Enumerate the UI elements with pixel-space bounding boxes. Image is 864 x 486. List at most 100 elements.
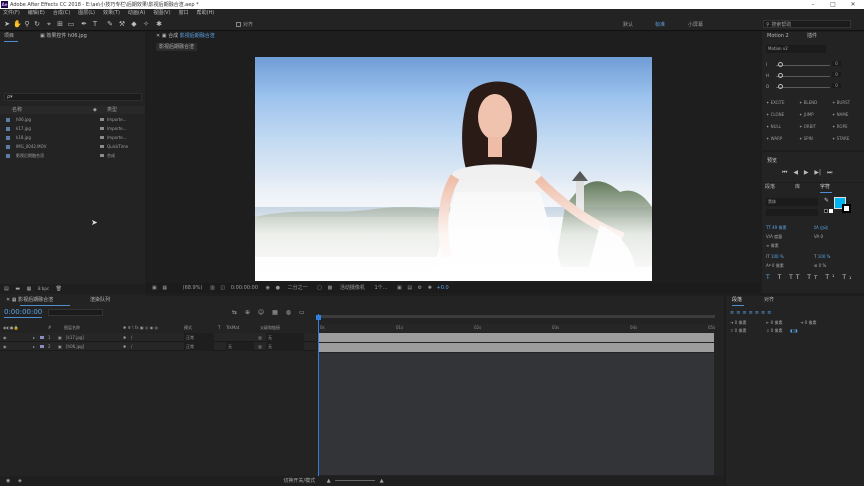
column-type[interactable]: 类型 (107, 106, 117, 114)
expand-arrow-icon[interactable]: ▸ (33, 333, 35, 342)
work-area-bar[interactable] (318, 315, 715, 318)
color-channel-icon[interactable]: ● (276, 285, 280, 291)
zoom-in-icon[interactable]: ▲ (380, 478, 384, 484)
space-after-value[interactable]: 0 像素 (771, 328, 783, 333)
menu-item-1[interactable]: 编辑(E) (28, 9, 45, 18)
shy-layers-icon[interactable]: ☺ (258, 309, 264, 316)
collapse-switch-icon[interactable]: ✱ (123, 342, 126, 351)
graph-editor-icon[interactable]: ▭ (299, 309, 305, 316)
tab-effect-controls[interactable]: ▣ 效果控件 h06.jpg (40, 32, 87, 41)
visibility-eye-icon[interactable]: ◉ (3, 342, 7, 351)
tab-paragraph-2[interactable]: 段落 (732, 296, 742, 305)
zoom-out-icon[interactable]: ▲ (327, 478, 331, 484)
layer-mode-select[interactable]: 正常 (184, 333, 214, 342)
parent-column[interactable]: 父级和链接 (260, 324, 280, 332)
slider-value[interactable]: 0 (832, 72, 841, 77)
motion-slider-row[interactable]: H0 (766, 72, 860, 83)
eraser-tool-icon[interactable]: ◆ (130, 20, 138, 28)
text-tool-icon[interactable]: T (91, 20, 99, 28)
layer-label-swatch[interactable] (40, 333, 46, 342)
camera-tool-icon[interactable]: ⌖ (45, 20, 53, 28)
layer-label-swatch[interactable] (40, 342, 46, 351)
motion-null-button[interactable]: ✦ NULL (766, 124, 781, 129)
kerning-value[interactable]: 度量 (774, 234, 782, 239)
motion-jump-button[interactable]: ✦ JUMP (799, 112, 814, 117)
eyedropper-icon[interactable]: ✎ (824, 197, 829, 204)
brush-tool-icon[interactable]: ✎ (106, 20, 114, 28)
new-folder-icon[interactable]: ▬ (15, 286, 20, 292)
tab-paragraph[interactable]: 段落 (765, 183, 775, 192)
maximize-icon[interactable]: □ (826, 0, 840, 9)
pan-behind-tool-icon[interactable]: ⊞ (56, 20, 64, 28)
minimize-icon[interactable]: – (806, 0, 820, 9)
tab-plugin[interactable]: 插件 (807, 32, 817, 41)
motion-rope-button[interactable]: ✦ ROPE (832, 124, 848, 129)
comp-flow-tab[interactable]: 影视后期融合渲 (156, 43, 198, 51)
horizontal-scale-value[interactable]: 100 % (818, 254, 831, 259)
first-line-value[interactable]: 0 像素 (805, 320, 817, 325)
play-icon[interactable]: ▶ (804, 169, 809, 176)
project-item[interactable]: k17.jpg Importe... (0, 124, 145, 133)
current-time-indicator[interactable] (318, 314, 319, 476)
time-ruler[interactable]: 0s 01s 02s 03s 04s 05s (318, 324, 715, 332)
selection-tool-icon[interactable]: ➤ (3, 20, 11, 28)
stroke-width-value[interactable]: 像素 (771, 243, 779, 248)
motion-blur-icon[interactable]: ◍ (286, 309, 291, 316)
font-family-select[interactable]: 黑体 (766, 198, 818, 206)
slider-track[interactable] (776, 76, 830, 77)
project-item[interactable]: h06.jpg Importe... (0, 115, 145, 124)
motion-spin-button[interactable]: ✦ SPIN (799, 136, 813, 141)
leading-value[interactable]: 自动 (820, 225, 828, 230)
parent-select[interactable]: 无 (266, 342, 304, 351)
menu-item-4[interactable]: 效果(T) (103, 9, 120, 18)
slider-knob[interactable] (778, 73, 783, 78)
expand-arrow-icon[interactable]: ▸ (33, 342, 35, 351)
motion-warp-button[interactable]: ✦ WARP (766, 136, 782, 141)
indent-left-value[interactable]: 0 像素 (735, 320, 747, 325)
menu-item-8[interactable]: 帮助(H) (197, 9, 215, 18)
slider-value[interactable]: 0 (832, 83, 841, 88)
menu-item-2[interactable]: 合成(C) (53, 9, 70, 18)
snapshot-icon[interactable]: ◉ (266, 285, 270, 291)
track-matte-select[interactable]: 无 (226, 342, 254, 351)
toggle-switches-icon[interactable]: ◉ (6, 478, 10, 484)
workspace-standard[interactable]: 标准 (655, 21, 665, 28)
pickwhip-icon[interactable]: @ (258, 342, 262, 351)
hand-tool-icon[interactable]: ✋ (13, 20, 22, 28)
layer-mode-select[interactable]: 正常 (184, 342, 214, 351)
zoom-slider[interactable] (335, 480, 376, 481)
last-frame-icon[interactable]: ⏭ (827, 169, 832, 176)
timeline-icon[interactable]: ▤ (407, 285, 412, 291)
collapse-switch-icon[interactable]: ✱ (123, 333, 126, 342)
visibility-eye-icon[interactable]: ◉ (3, 333, 7, 342)
layer-name[interactable]: [k17.jpg] (66, 333, 84, 342)
motion-stare-button[interactable]: ✦ STARE (832, 136, 849, 141)
camera-select[interactable]: 活动摄像机 (340, 285, 365, 291)
black-swatch[interactable] (824, 209, 828, 213)
timeline-tab[interactable]: ✕ ▦ 影视后期融合渲 (6, 296, 53, 305)
menu-item-5[interactable]: 动画(A) (128, 9, 145, 18)
delete-icon[interactable]: 🗑 (56, 286, 62, 292)
comp-mini-flowchart-icon[interactable]: ⇆ (232, 309, 237, 316)
flowchart-icon[interactable]: ⚙ (418, 285, 422, 291)
tab-render-queue[interactable]: 渲染队列 (90, 296, 110, 305)
views-select[interactable]: 1个... (374, 285, 387, 291)
font-style-select[interactable] (766, 209, 818, 216)
puppet-tool-icon[interactable]: ✱ (155, 20, 163, 28)
grid-icon[interactable]: ▥ (210, 285, 215, 291)
close-icon[interactable]: ✕ (846, 0, 860, 9)
slider-track[interactable] (776, 65, 830, 66)
always-preview-icon[interactable]: ▣ (152, 285, 157, 291)
mode-column[interactable]: 模式 (184, 324, 192, 332)
motion-slider-row[interactable]: I0 (766, 61, 860, 72)
tracking-value[interactable]: 0 (821, 234, 824, 239)
text-direction-icon[interactable]: ◧◨ (790, 327, 798, 335)
zoom-tool-icon[interactable]: ⚲ (23, 20, 31, 28)
snap-checkbox[interactable]: 对齐 (236, 21, 253, 28)
workspace-small-screen[interactable]: 小屏幕 (688, 21, 703, 28)
pickwhip-icon[interactable]: @ (258, 333, 262, 342)
tab-motion[interactable]: Motion 2 (767, 32, 789, 41)
prev-frame-icon[interactable]: ◀ (793, 169, 798, 176)
layer-name[interactable]: [h06.jpg] (66, 342, 84, 351)
motion-excite-button[interactable]: ✦ EXCITE (766, 100, 785, 105)
